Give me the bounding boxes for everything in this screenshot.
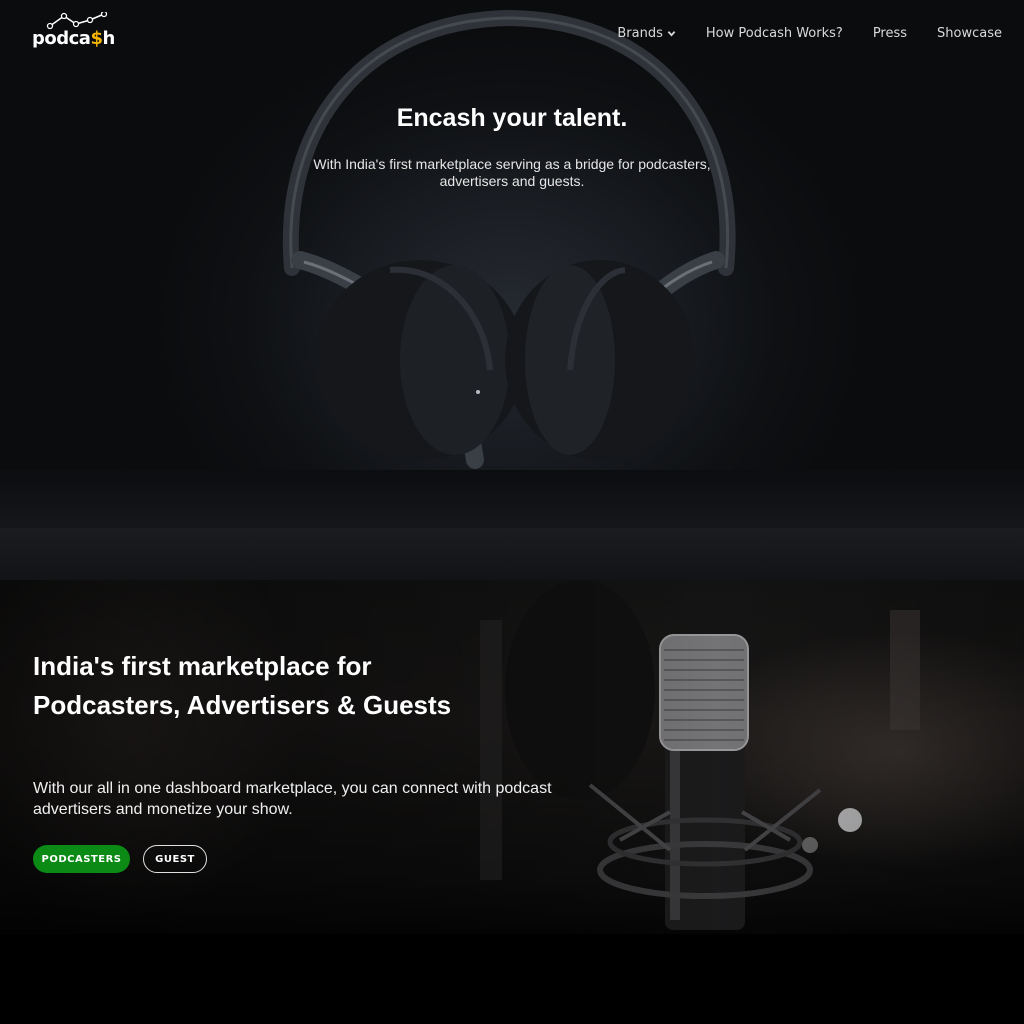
main-nav: Brands How Podcash Works? Press Showcase <box>617 26 1002 41</box>
nav-item-how-it-works[interactable]: How Podcash Works? <box>706 26 843 41</box>
podcash-logo[interactable]: podca$h <box>32 12 116 52</box>
nav-item-label: Showcase <box>937 26 1002 41</box>
nav-item-label: Brands <box>617 26 663 41</box>
marketplace-description: With our all in one dashboard marketplac… <box>33 780 552 818</box>
guest-button[interactable]: GUEST <box>143 845 207 873</box>
section-overlay <box>0 580 1024 934</box>
nav-item-brands[interactable]: Brands <box>617 26 676 41</box>
chevron-down-icon <box>667 31 676 37</box>
nav-item-press[interactable]: Press <box>873 26 907 41</box>
logo-wordmark: podca$h <box>32 28 115 49</box>
hero-title: Encash your talent. <box>396 104 628 132</box>
page: podca$h Brands How Podcash Works? Press … <box>0 0 1024 1024</box>
nav-item-showcase[interactable]: Showcase <box>937 26 1002 41</box>
nav-item-label: How Podcash Works? <box>705 26 843 41</box>
podcasters-button[interactable]: PODCASTERS <box>33 845 130 873</box>
navbar: podca$h Brands How Podcash Works? Press … <box>0 0 1024 70</box>
marketplace-title: India's first marketplace for Podcasters… <box>33 651 452 720</box>
hero-subtitle: With India's first marketplace serving a… <box>313 156 711 189</box>
bottom-band <box>0 934 1024 1024</box>
marketplace-section <box>0 580 1024 934</box>
nav-item-label: Press <box>872 26 908 41</box>
hero-section: podca$h Brands How Podcash Works? Press … <box>0 0 1024 580</box>
headphones-image <box>282 10 736 469</box>
hero-floor-edge <box>0 528 1024 580</box>
